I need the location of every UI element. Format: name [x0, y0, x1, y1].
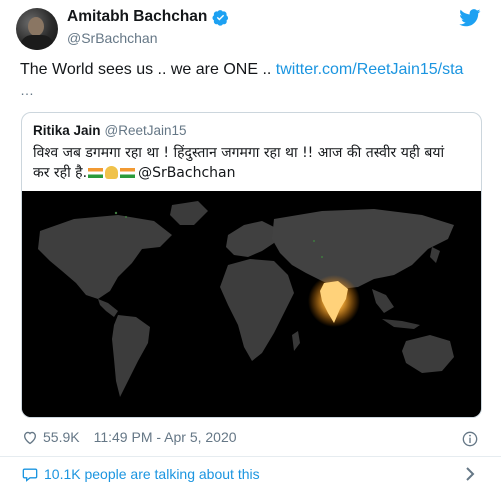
- folded-hands-icon: [105, 166, 119, 179]
- tweet-ellipsis: …: [20, 82, 35, 98]
- heart-icon[interactable]: [22, 430, 38, 445]
- tweet-link[interactable]: twitter.com/ReetJain15/sta: [276, 61, 464, 78]
- world-map-graphic: [22, 191, 481, 417]
- avatar[interactable]: [16, 8, 58, 50]
- tweet-text-body: The World sees us .. we are ONE ..: [20, 61, 276, 78]
- map-speck: [114, 211, 118, 215]
- avatar-body: [20, 35, 54, 50]
- map-speck: [313, 240, 315, 242]
- map-speck: [321, 256, 323, 258]
- quoted-text-line1: विश्व जब डगमगा रहा था ! हिंदुस्तान जगमगा…: [33, 145, 445, 161]
- quoted-author-handle: @ReetJain15: [104, 123, 187, 138]
- quoted-tweet-card[interactable]: Ritika Jain @ReetJain15 विश्व जब डगमगा रह…: [21, 112, 482, 418]
- divider: [0, 456, 501, 457]
- tweet-timestamp[interactable]: 11:49 PM - Apr 5, 2020: [94, 429, 237, 445]
- conversation-label[interactable]: 10.1K people are talking about this: [44, 466, 260, 482]
- world-map-image[interactable]: [22, 191, 481, 417]
- avatar-face: [28, 17, 44, 36]
- tweet-meta: 55.9K 11:49 PM - Apr 5, 2020: [22, 429, 237, 445]
- author-name-row[interactable]: Amitabh Bachchan: [67, 8, 229, 26]
- india-flag-icon: [120, 168, 136, 178]
- comment-bubble-icon: [22, 468, 38, 482]
- quoted-tweet-header: Ritika Jain @ReetJain15: [33, 123, 187, 138]
- author-handle[interactable]: @SrBachchan: [67, 30, 157, 46]
- author-display-name[interactable]: Amitabh Bachchan: [67, 8, 207, 26]
- twitter-bird-icon[interactable]: [459, 9, 481, 27]
- quoted-text-line2: कर रही है.: [33, 165, 88, 181]
- chevron-right-icon[interactable]: [465, 467, 475, 481]
- tweet-text: The World sees us .. we are ONE .. twitt…: [20, 60, 490, 80]
- quoted-mention[interactable]: @SrBachchan: [138, 165, 235, 181]
- map-speck: [125, 216, 127, 218]
- conversation-link[interactable]: 10.1K people are talking about this: [22, 466, 260, 482]
- info-icon[interactable]: [462, 431, 478, 447]
- like-count[interactable]: 55.9K: [43, 429, 80, 445]
- quoted-author-name: Ritika Jain: [33, 123, 101, 138]
- quoted-tweet-text: विश्व जब डगमगा रहा था ! हिंदुस्तान जगमगा…: [33, 143, 473, 183]
- india-flag-icon: [88, 168, 104, 178]
- verified-badge-icon: [212, 9, 229, 26]
